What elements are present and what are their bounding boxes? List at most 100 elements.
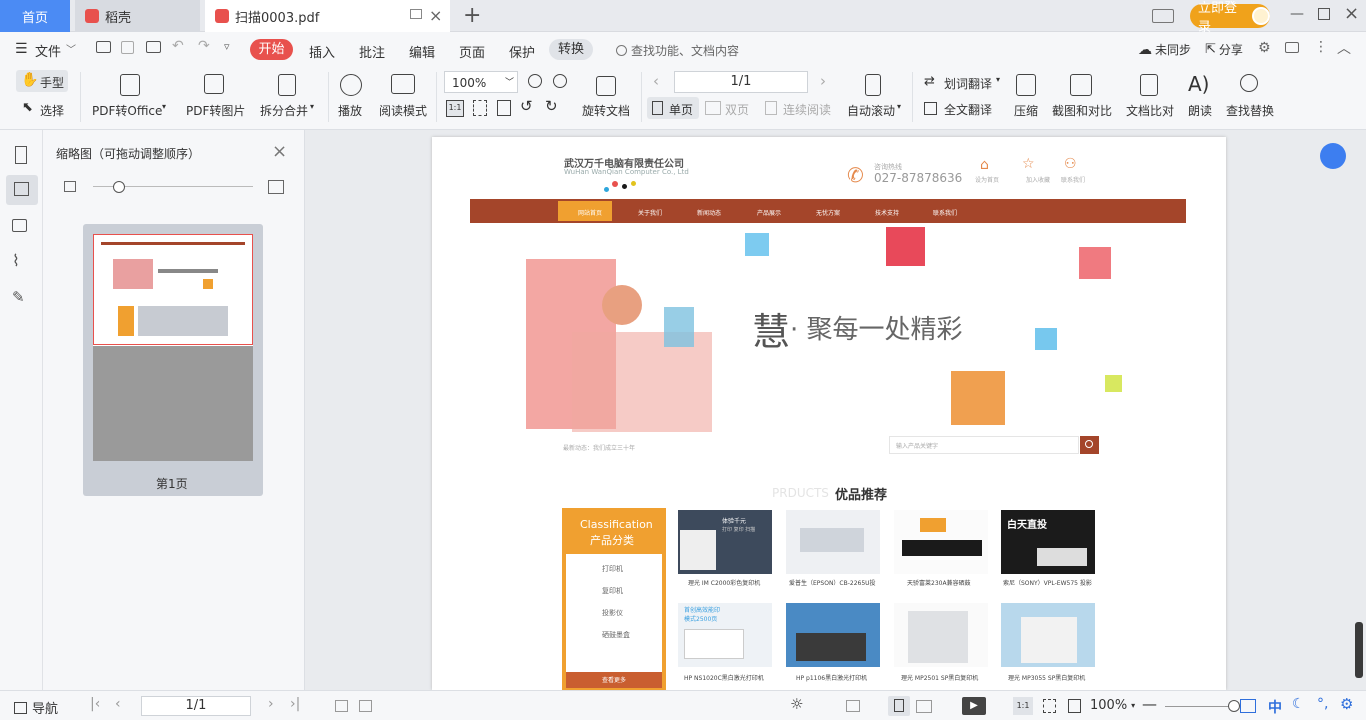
next-page-icon[interactable]: › bbox=[268, 696, 274, 712]
menu-start[interactable]: 开始 bbox=[250, 39, 293, 60]
comment-icon[interactable] bbox=[1285, 42, 1299, 53]
print-icon[interactable] bbox=[146, 41, 161, 53]
minimize-icon[interactable]: — bbox=[1290, 6, 1304, 22]
zoom-in-icon[interactable] bbox=[553, 74, 567, 88]
login-button[interactable]: 立即登录 bbox=[1190, 1, 1270, 35]
word-translate-button[interactable]: ⇄ 划词翻译 ▾ bbox=[922, 73, 1004, 93]
fit-width-icon[interactable] bbox=[1068, 699, 1081, 713]
navigation-toggle[interactable]: 导航 bbox=[14, 698, 58, 717]
continuous-read-button[interactable]: 连续阅读 bbox=[763, 97, 837, 119]
collapse-ribbon-icon[interactable]: ︿ bbox=[1337, 38, 1351, 58]
sync-status[interactable]: ☁ 未同步 bbox=[1138, 41, 1191, 58]
new-tab-icon[interactable]: + bbox=[463, 3, 481, 28]
first-page-icon[interactable]: |‹ bbox=[90, 696, 100, 712]
page-number-input[interactable]: 1/1 bbox=[674, 71, 808, 93]
prev-page-icon[interactable]: ‹ bbox=[653, 72, 659, 90]
zoom-select[interactable]: 100% ﹀ bbox=[444, 71, 518, 93]
menu-convert[interactable]: 转换 bbox=[549, 39, 593, 60]
vertical-scrollbar[interactable] bbox=[1355, 622, 1363, 678]
prev-page-icon[interactable]: ‹ bbox=[115, 696, 121, 712]
open-folder-icon[interactable] bbox=[96, 41, 111, 53]
quick-access-dropdown-icon[interactable]: ▿ bbox=[224, 40, 230, 53]
status-page-input[interactable]: 1/1 bbox=[141, 696, 251, 716]
double-page-button[interactable]: 双页 bbox=[703, 97, 759, 119]
restore-icon[interactable] bbox=[1318, 8, 1330, 20]
zoom-slider-handle[interactable] bbox=[1228, 700, 1240, 712]
auto-scroll-button[interactable]: 自动滚动 ▾ bbox=[845, 70, 905, 126]
comment-list-icon[interactable] bbox=[12, 219, 27, 232]
attachment-icon[interactable]: ⌇ bbox=[12, 251, 20, 270]
undo-icon[interactable]: ↶ bbox=[172, 38, 184, 54]
hand-tool-button[interactable]: ✋ 手型 bbox=[16, 70, 68, 92]
read-mode-button[interactable]: 阅读模式 bbox=[377, 70, 429, 126]
rotate-document-button[interactable]: 旋转文档 bbox=[580, 70, 634, 126]
ime-tool-icon[interactable] bbox=[1240, 699, 1256, 713]
pdf-to-office-button[interactable]: PDF转Office ▾ bbox=[88, 70, 172, 126]
single-page-button[interactable]: 单页 bbox=[647, 97, 699, 119]
page-thumbnail-item[interactable]: 第1页 bbox=[83, 224, 263, 496]
fit-width-icon[interactable] bbox=[497, 100, 511, 116]
tab-home[interactable]: 首页 bbox=[0, 0, 70, 32]
single-page-view[interactable] bbox=[888, 696, 910, 716]
fit-page-icon[interactable] bbox=[1043, 699, 1056, 713]
menu-protect[interactable]: 保护 bbox=[509, 42, 535, 61]
play-slideshow-icon[interactable]: ▶ bbox=[962, 697, 986, 715]
chevron-down-icon[interactable]: ﹀ bbox=[66, 41, 76, 56]
doc-compare-button[interactable]: 文档比对 bbox=[1124, 70, 1176, 126]
signature-icon[interactable]: ✎ bbox=[12, 288, 25, 306]
zoom-out-icon[interactable] bbox=[528, 74, 542, 88]
page-break-icon[interactable] bbox=[846, 700, 860, 712]
tab-daoke[interactable]: 稻壳 bbox=[75, 0, 200, 32]
small-thumb-icon[interactable] bbox=[64, 181, 76, 192]
save-icon[interactable] bbox=[121, 41, 134, 54]
window-layout-icon[interactable] bbox=[1152, 9, 1174, 23]
read-aloud-button[interactable]: A) 朗读 bbox=[1186, 70, 1216, 126]
select-tool-button[interactable]: ⬉ 选择 bbox=[18, 98, 68, 120]
hamburger-icon[interactable]: ☰ bbox=[15, 41, 28, 57]
find-replace-button[interactable]: 查找替换 bbox=[1224, 70, 1278, 126]
bookmark-icon[interactable] bbox=[15, 146, 27, 164]
play-button[interactable]: 播放 bbox=[334, 70, 368, 126]
settings-gear-icon[interactable]: ⚙ bbox=[1258, 40, 1271, 56]
actual-size-icon[interactable]: 1:1 bbox=[1013, 697, 1033, 715]
close-tab-icon[interactable]: × bbox=[429, 6, 442, 25]
back-view-icon[interactable] bbox=[335, 700, 348, 712]
ime-settings-gear-icon[interactable]: ⚙ bbox=[1340, 695, 1353, 713]
menu-annotate[interactable]: 批注 bbox=[359, 42, 385, 61]
tab-pdf-file[interactable]: 扫描0003.pdf × bbox=[205, 0, 450, 32]
screenshot-compare-button[interactable]: 截图和对比 bbox=[1050, 70, 1114, 126]
screen-icon[interactable] bbox=[410, 9, 422, 19]
rotate-left-icon[interactable]: ↺ bbox=[520, 97, 533, 115]
full-translate-button[interactable]: 全文翻译 bbox=[922, 99, 998, 119]
thumbnail-tab[interactable] bbox=[6, 175, 38, 205]
punctuation-icon[interactable]: °, bbox=[1317, 696, 1328, 712]
menu-insert[interactable]: 插入 bbox=[309, 42, 335, 61]
rotate-right-icon[interactable]: ↻ bbox=[545, 97, 558, 115]
status-zoom-select[interactable]: 100% ▾ bbox=[1090, 698, 1135, 713]
large-thumb-icon[interactable] bbox=[268, 180, 284, 194]
pdf-to-image-button[interactable]: PDF转图片 bbox=[184, 70, 248, 126]
redo-icon[interactable]: ↷ bbox=[198, 38, 210, 54]
next-page-icon[interactable]: › bbox=[820, 72, 826, 90]
floating-assistant-icon[interactable] bbox=[1320, 143, 1346, 169]
menu-file[interactable]: 文件 bbox=[35, 41, 61, 60]
share-button[interactable]: ⇱ 分享 bbox=[1205, 41, 1243, 58]
eye-protection-icon[interactable]: ☼ bbox=[790, 695, 803, 713]
slider-handle[interactable] bbox=[113, 181, 125, 193]
last-page-icon[interactable]: ›| bbox=[290, 696, 300, 712]
fit-page-icon[interactable] bbox=[473, 100, 487, 116]
zoom-slider[interactable] bbox=[1165, 706, 1235, 707]
forward-view-icon[interactable] bbox=[359, 700, 372, 712]
menu-edit[interactable]: 编辑 bbox=[409, 42, 435, 61]
split-merge-button[interactable]: 拆分合并 ▾ bbox=[258, 70, 320, 126]
close-window-icon[interactable]: × bbox=[1344, 3, 1359, 24]
close-panel-icon[interactable]: × bbox=[272, 141, 287, 162]
more-options-icon[interactable]: ⋮ bbox=[1314, 39, 1328, 55]
compress-button[interactable]: 压缩 bbox=[1012, 70, 1042, 126]
ime-chinese-indicator[interactable]: 中 bbox=[1268, 697, 1282, 717]
double-page-icon[interactable] bbox=[916, 700, 932, 713]
actual-size-icon[interactable]: 1:1 bbox=[446, 100, 464, 117]
zoom-out-icon[interactable]: — bbox=[1142, 695, 1157, 713]
feature-search[interactable]: 查找功能、文档内容 bbox=[616, 40, 739, 60]
menu-page[interactable]: 页面 bbox=[459, 42, 485, 61]
